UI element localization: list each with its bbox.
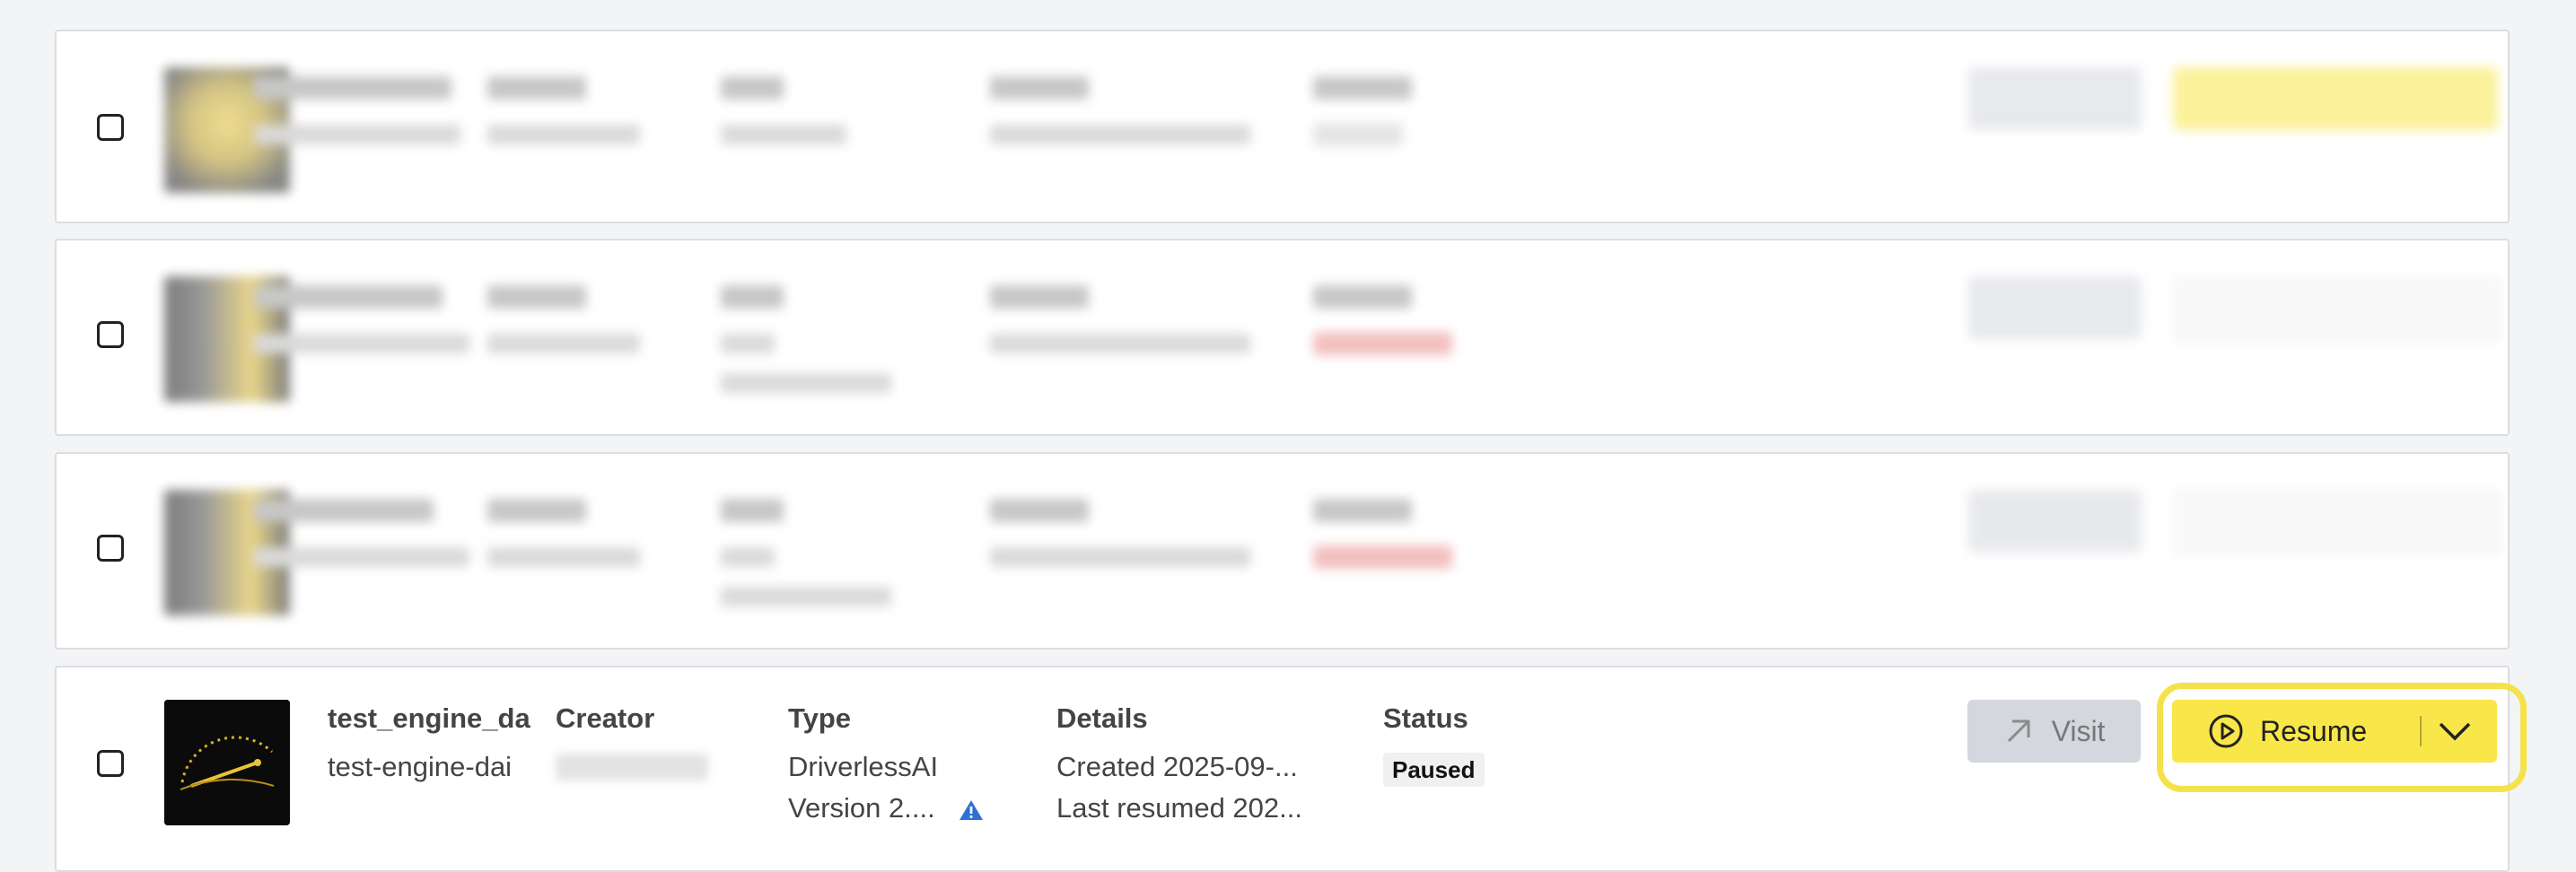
blurred-row-content	[128, 31, 2508, 222]
blurred-row-content	[128, 240, 2508, 434]
arrow-up-right-icon	[2007, 719, 2030, 743]
creator-value-redacted	[556, 754, 708, 780]
type-value: DriverlessAI	[788, 751, 939, 782]
app-name[interactable]: test_engine_da	[328, 698, 530, 739]
row-checkbox[interactable]	[97, 114, 124, 141]
app-thumbnail	[164, 700, 290, 825]
details-last-resumed: Last resumed 202...	[1056, 792, 1302, 824]
visit-label: Visit	[2051, 714, 2106, 747]
app-row-blurred-3	[55, 452, 2510, 650]
version-value: Version 2....	[788, 792, 935, 824]
row-checkbox[interactable]	[97, 535, 124, 562]
row-checkbox[interactable]	[97, 321, 124, 348]
app-slug: test-engine-dai	[328, 751, 513, 782]
type-header: Type	[788, 702, 852, 734]
warning-icon[interactable]	[959, 798, 984, 822]
app-row-blurred-2	[55, 239, 2510, 436]
status-header: Status	[1383, 702, 1468, 734]
blurred-row-content	[128, 454, 2508, 648]
status-badge: Paused	[1383, 753, 1485, 787]
row-checkbox[interactable]	[97, 750, 124, 777]
details-created: Created 2025-09-...	[1056, 751, 1298, 782]
gauge-logo-icon	[164, 700, 290, 825]
creator-header: Creator	[556, 702, 655, 734]
focus-highlight-ring	[2157, 683, 2527, 792]
details-header: Details	[1056, 702, 1148, 734]
app-row: test_engine_da test-engine-dai Creator T…	[55, 666, 2510, 872]
app-row-blurred-1	[55, 30, 2510, 223]
visit-button[interactable]: Visit	[1967, 700, 2141, 763]
